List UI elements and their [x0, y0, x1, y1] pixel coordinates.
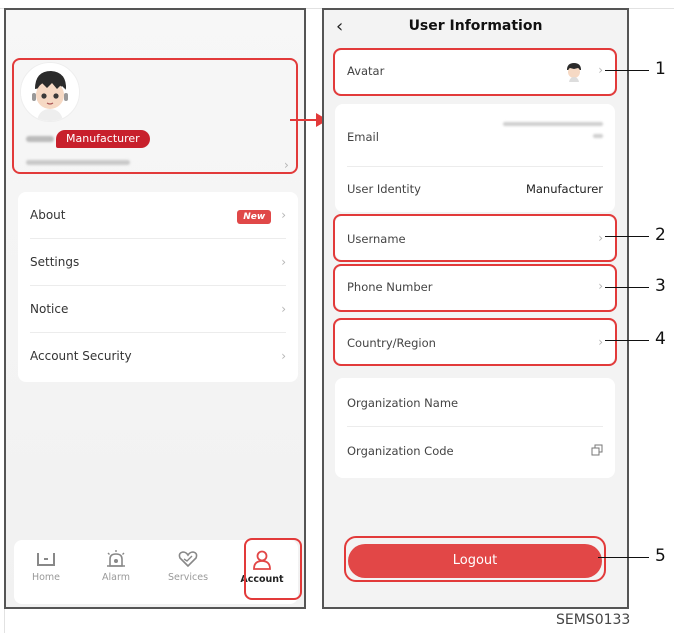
home-icon	[37, 553, 55, 566]
row-label: Organization Name	[347, 396, 459, 410]
phone-highlight-box	[333, 264, 617, 312]
menu-item-label: Settings	[30, 255, 80, 269]
callout-number: 4	[655, 329, 666, 349]
page-title: User Information	[408, 18, 543, 34]
profile-highlight-box	[12, 58, 298, 174]
callout-line	[605, 340, 649, 341]
tab-label: Home	[31, 572, 61, 583]
tab-home[interactable]: Home	[16, 540, 76, 604]
menu-item-account-security[interactable]: Account Security ›	[18, 333, 298, 379]
figure-code: SEMS0133	[556, 612, 631, 628]
organization-card: Organization Name Organization Code	[335, 378, 615, 478]
row-label: User Identity	[347, 182, 421, 196]
username-highlight-box	[333, 214, 617, 262]
tab-label: Alarm	[102, 572, 130, 583]
user-information-screen: ‹ User Information Avatar › Email User I…	[322, 8, 629, 609]
tab-services[interactable]: Services	[158, 540, 218, 604]
identity-card: Email User Identity Manufacturer	[335, 104, 615, 212]
menu-item-about[interactable]: About New ›	[18, 192, 298, 238]
country-highlight-box	[333, 318, 617, 366]
callout-line	[605, 70, 649, 71]
account-tab-highlight-box	[244, 538, 302, 600]
callout-number: 3	[655, 276, 666, 296]
copy-icon[interactable]	[591, 444, 603, 456]
menu-card: About New › Settings › Notice › Account S…	[18, 192, 298, 382]
email-blurred	[503, 122, 603, 126]
callout-line	[605, 287, 649, 288]
logout-highlight-box	[344, 536, 606, 582]
menu-item-label: Notice	[30, 302, 69, 316]
tab-label: Services	[167, 572, 209, 583]
row-label: Email	[347, 130, 379, 144]
avatar-highlight-box	[333, 48, 617, 96]
menu-item-label: Account Security	[30, 349, 132, 363]
user-identity-value: Manufacturer	[525, 182, 603, 196]
divider	[347, 166, 603, 167]
bottom-tab-bar: Home Alarm Services Account	[14, 538, 302, 604]
menu-item-settings[interactable]: Settings ›	[18, 239, 298, 285]
menu-item-notice[interactable]: Notice ›	[18, 286, 298, 332]
chevron-right-icon: ›	[281, 302, 286, 316]
chevron-right-icon: ›	[281, 208, 286, 222]
callout-number: 1	[655, 59, 666, 79]
account-screen: Manufacturer › About New › Settings › Not…	[4, 8, 306, 609]
divider	[347, 426, 603, 427]
row-label: Organization Code	[347, 444, 454, 458]
menu-item-label: About	[30, 208, 66, 222]
services-icon	[178, 551, 198, 568]
tab-alarm[interactable]: Alarm	[86, 540, 146, 604]
callout-line	[605, 236, 649, 237]
callout-line	[598, 557, 649, 558]
callout-number: 5	[655, 546, 666, 566]
email-blurred	[593, 134, 603, 138]
alarm-icon	[107, 550, 125, 567]
callout-number: 2	[655, 225, 666, 245]
chevron-right-icon: ›	[281, 349, 286, 363]
new-badge: New	[237, 210, 272, 224]
chevron-right-icon: ›	[281, 255, 286, 269]
